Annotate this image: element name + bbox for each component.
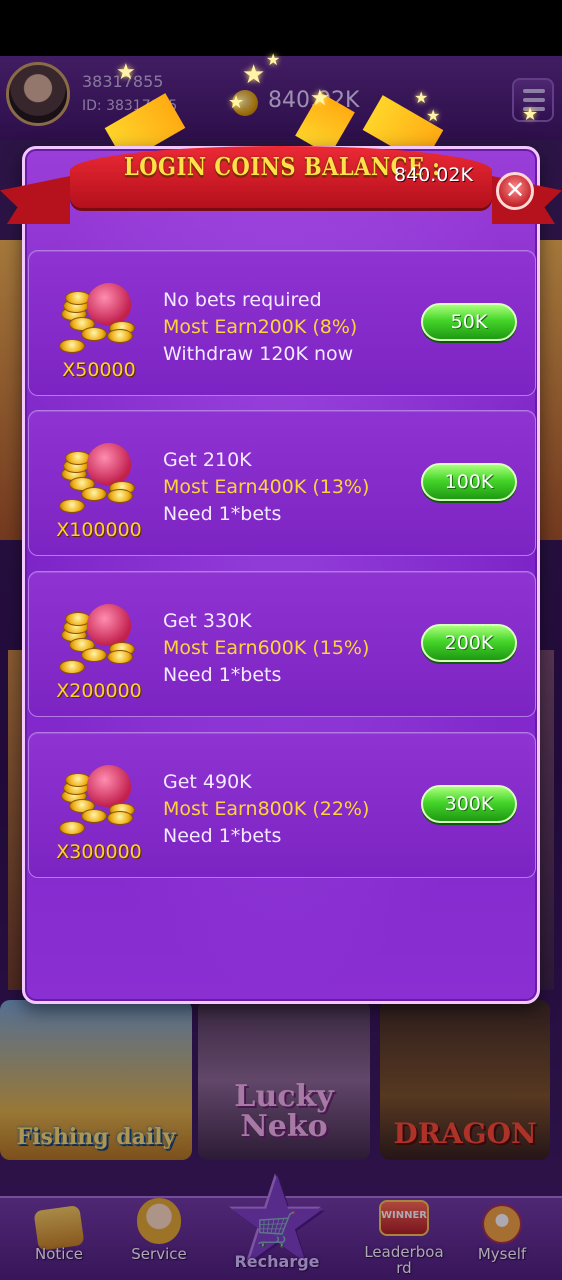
modal-title: LOGIN COINS BALANCE : xyxy=(124,152,441,181)
offer-line-2: Most Earn600K (15%) xyxy=(163,637,370,659)
sparkle-icon: ★ xyxy=(116,60,136,85)
buy-300k-button[interactable]: 300K xyxy=(421,785,517,823)
offer-line-1: No bets required xyxy=(163,289,322,311)
offer-multiplier: X50000 xyxy=(62,359,136,381)
offer-line-1: Get 210K xyxy=(163,449,252,471)
sparkle-icon: ★ xyxy=(426,106,441,125)
modal-balance: 840.02K xyxy=(394,164,473,186)
sparkle-icon: ★ xyxy=(266,50,281,69)
sparkle-icon: ★ xyxy=(414,88,429,107)
offer-multiplier: X300000 xyxy=(56,841,142,863)
coins-bag-icon xyxy=(59,759,139,835)
offer-card: X100000 Get 210K Most Earn400K (13%) Nee… xyxy=(28,410,536,556)
sparkle-icon: ★ xyxy=(228,92,245,113)
offer-line-3: Need 1*bets xyxy=(163,825,282,847)
offer-card: X50000 No bets required Most Earn200K (8… xyxy=(28,250,536,396)
sparkle-icon: ★ xyxy=(310,86,330,111)
offer-multiplier: X200000 xyxy=(56,680,142,702)
offer-card: X300000 Get 490K Most Earn800K (22%) Nee… xyxy=(28,732,536,878)
offer-line-2: Most Earn800K (22%) xyxy=(163,798,370,820)
coins-bag-icon xyxy=(59,277,139,353)
offer-line-2: Most Earn200K (8%) xyxy=(163,316,358,338)
offer-multiplier: X100000 xyxy=(56,519,142,541)
coins-bag-icon xyxy=(59,437,139,513)
buy-200k-button[interactable]: 200K xyxy=(421,624,517,662)
offer-line-1: Get 330K xyxy=(163,610,252,632)
offer-line-1: Get 490K xyxy=(163,771,252,793)
status-bar xyxy=(0,0,562,56)
buy-50k-button[interactable]: 50K xyxy=(421,303,517,341)
close-icon: ✕ xyxy=(504,176,526,204)
sparkle-icon: ★ xyxy=(242,60,266,90)
offer-line-3: Need 1*bets xyxy=(163,503,282,525)
buy-100k-button[interactable]: 100K xyxy=(421,463,517,501)
coins-bag-icon xyxy=(59,598,139,674)
sparkle-icon: ★ xyxy=(522,104,539,125)
offer-line-3: Need 1*bets xyxy=(163,664,282,686)
offer-line-3: Withdraw 120K now xyxy=(163,343,354,365)
close-button[interactable]: ✕ xyxy=(496,172,534,210)
offer-card: X200000 Get 330K Most Earn600K (15%) Nee… xyxy=(28,571,536,717)
offer-line-2: Most Earn400K (13%) xyxy=(163,476,370,498)
